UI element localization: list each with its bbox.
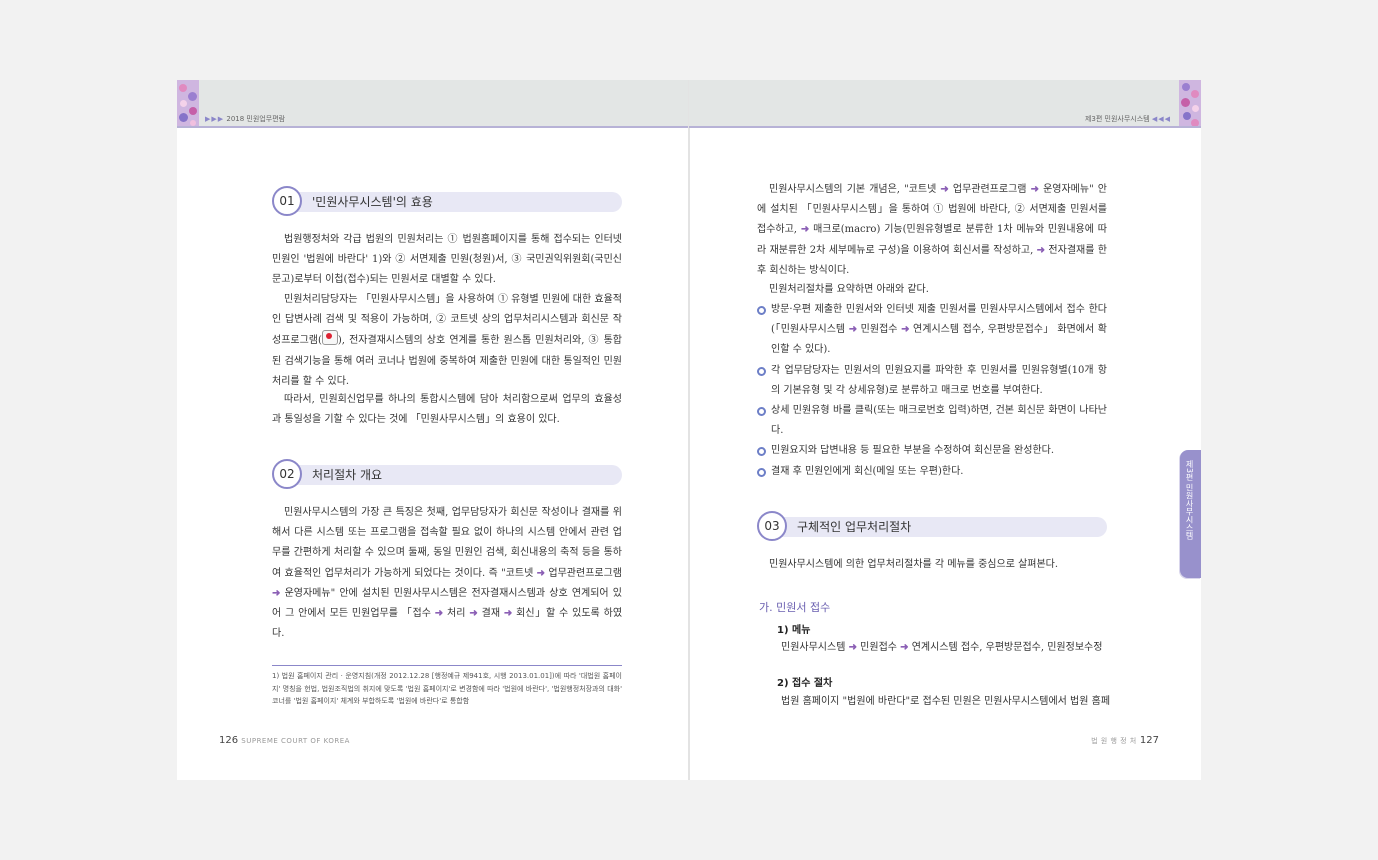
paragraph: 민원사무시스템에 의한 업무처리절차를 각 메뉴를 중심으로 살펴본다. (769, 559, 1059, 570)
header-rule (177, 126, 689, 128)
arrow-icon: ➜ (800, 224, 810, 236)
subsubsection-heading: 1) 메뉴 (777, 625, 811, 636)
header-rule (689, 126, 1201, 128)
arrow-icon: ➜ (848, 642, 857, 653)
list-item: 상세 민원유형 바를 클릭(또는 매크로번호 입력)하면, 건본 회신문 화면이… (757, 401, 1107, 441)
procedure-list: 방문·우편 제출한 민원서와 인터넷 제출 민원서를 민원사무시스템에서 접수 … (757, 300, 1107, 482)
section-02-heading: 02 처리절차 개요 (272, 459, 622, 489)
subsection-heading: 가. 민원서 접수 (759, 601, 831, 614)
list-item: 결재 후 민원인에게 회신(메일 또는 우편)한다. (757, 462, 1107, 482)
section-01-heading: 01 '민원사무시스템'의 효용 (272, 186, 622, 216)
bullet-icon (757, 366, 766, 376)
bullet-icon (757, 467, 766, 477)
arrow-icon: ➜ (848, 324, 858, 336)
bullet-icon (757, 447, 766, 457)
running-head-text: 2018 민원업무편람 (226, 115, 286, 123)
triple-arrow-icon: ◀◀◀ (1151, 115, 1171, 123)
arrow-icon: ➜ (1036, 244, 1046, 256)
list-item: 각 업무담당자는 민원서의 민원요지를 파악한 후 민원서를 민원유형별(10개… (757, 361, 1107, 401)
page-number: 법 원 행 정 처 127 (1091, 735, 1159, 746)
paragraph: 민원사무시스템의 가장 큰 특징은 첫째, 업무담당자가 회신문 작성이나 결재… (272, 507, 623, 640)
paragraph: 민원사무시스템의 기본 개념은, "코트넷 ➜ 업무관련프로그램 ➜ 운영자메뉴… (757, 184, 1107, 276)
section-number: 01 (272, 186, 302, 216)
flower-pattern-icon (177, 80, 199, 128)
triple-arrow-icon: ▶▶▶ (205, 115, 225, 123)
left-page: ▶▶▶ 2018 민원업무편람 01 '민원사무시스템'의 효용 법원행정처와 … (177, 80, 689, 780)
chapter-side-tab: 제3편 민원사무시스템 (1180, 450, 1201, 578)
list-item: 방문·우편 제출한 민원서와 인터넷 제출 민원서를 민원사무시스템에서 접수 … (757, 300, 1107, 361)
right-page: 제3편 민원사무시스템 ◀◀◀ 민원사무시스템의 기본 개념은, "코트넷 ➜ … (689, 80, 1201, 780)
section-number: 02 (272, 459, 302, 489)
arrow-icon: ➜ (940, 184, 949, 195)
running-head: 제3편 민원사무시스템 ◀◀◀ (1085, 114, 1171, 124)
section-title: 처리절차 개요 (312, 468, 383, 482)
arrow-icon: ➜ (536, 567, 546, 579)
section-number: 03 (757, 511, 787, 541)
footnote-rule (272, 665, 622, 666)
arrow-icon: ➜ (900, 642, 909, 653)
arrow-icon: ➜ (1030, 184, 1039, 195)
flower-pattern-icon (1179, 80, 1201, 128)
bullet-icon (757, 306, 766, 315)
bullet-icon (757, 407, 766, 417)
section-title: 구체적인 업무처리절차 (797, 520, 912, 534)
book-spread: ▶▶▶ 2018 민원업무편람 01 '민원사무시스템'의 효용 법원행정처와 … (177, 80, 1201, 780)
running-head-text: 제3편 민원사무시스템 (1084, 115, 1150, 123)
paragraph: 따라서, 민원회신업무를 하나의 통합시스템에 담아 처리함으로써 업무의 효율… (272, 394, 622, 426)
paragraph: 법원 홈페이지 "법원에 바란다"로 접수된 민원은 민원사무시스템에서 법원 … (781, 696, 1111, 707)
paragraph: 민원처리담당자는 「민원사무시스템」을 사용하여 ① 유형별 민원에 대한 효율… (272, 294, 622, 387)
footnote: 1) 법원 홈페이지 관리 · 운영지침(개정 2012.12.28 [행정예규… (272, 672, 622, 705)
section-title: '민원사무시스템'의 효용 (312, 195, 433, 209)
list-item: 민원요지와 답변내용 등 필요한 부분을 수정하여 회신문을 완성한다. (757, 441, 1107, 461)
program-icon (321, 330, 338, 346)
arrow-icon: ➜ (434, 608, 444, 620)
arrow-icon: ➜ (469, 608, 478, 620)
page-number: 126 SUPREME COURT OF KOREA (219, 735, 350, 746)
paragraph: 법원행정처와 각급 법원의 민원처리는 ① 법원홈페이지를 통해 접수되는 인터… (272, 234, 622, 286)
side-tab-label: 제3편 민원사무시스템 (1185, 460, 1194, 540)
paragraph: 민원처리절차를 요약하면 아래와 같다. (769, 284, 929, 295)
section-03-heading: 03 구체적인 업무처리절차 (757, 511, 1107, 541)
subsubsection-heading: 2) 접수 절차 (777, 678, 833, 689)
running-head: ▶▶▶ 2018 민원업무편람 (205, 114, 285, 124)
menu-path: 민원사무시스템 ➜ 민원접수 ➜ 연계시스템 접수, 우편방문접수, 민원정보수… (781, 642, 1103, 653)
